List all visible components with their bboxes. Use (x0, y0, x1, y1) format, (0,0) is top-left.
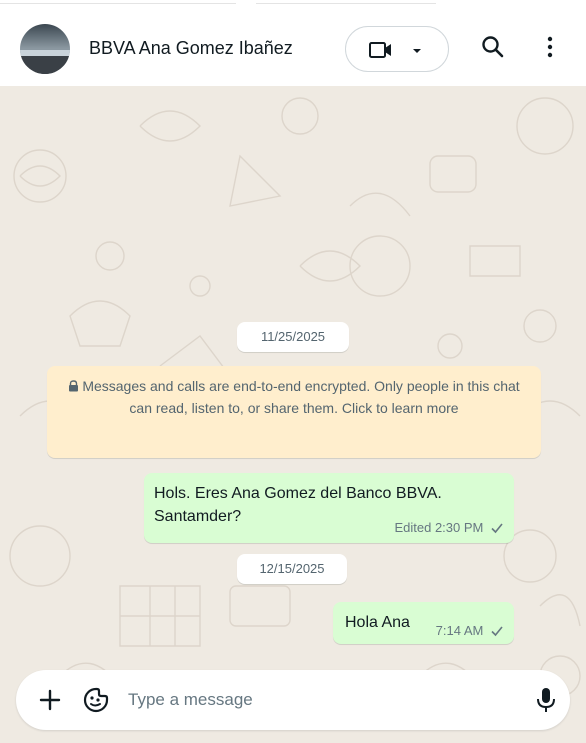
message-meta: 7:14 AM (436, 623, 504, 638)
video-call-button[interactable] (345, 26, 449, 72)
message-list[interactable]: 11/25/2025 Messages and calls are end-to… (0, 86, 586, 743)
check-icon (491, 523, 503, 534)
check-icon (491, 626, 503, 637)
contact-name[interactable]: BBVA Ana Gomez Ibañez (89, 38, 293, 59)
date-separator: 11/25/2025 (237, 322, 349, 352)
sticker-icon[interactable] (82, 686, 110, 714)
browser-tab-strip (0, 0, 586, 10)
microphone-icon[interactable] (534, 685, 558, 715)
message-composer (16, 670, 570, 730)
message-timestamp: Edited 2:30 PM (394, 520, 484, 535)
encryption-notice[interactable]: Messages and calls are end-to-end encryp… (47, 366, 541, 458)
tab-edge-middle (256, 0, 436, 4)
video-call-icon (369, 42, 391, 58)
more-vert-icon[interactable] (538, 32, 562, 62)
tab-edge-left (0, 0, 236, 4)
message-timestamp: 7:14 AM (435, 623, 484, 638)
chevron-down-icon (413, 49, 421, 53)
message-meta: Edited 2:30 PM (394, 520, 504, 535)
lock-icon (69, 380, 79, 392)
plus-icon[interactable] (36, 686, 64, 714)
message-text: Hola Ana (345, 614, 410, 631)
avatar[interactable] (20, 24, 70, 74)
message-bubble-outgoing[interactable]: Hols. Eres Ana Gomez del Banco BBVA. San… (144, 473, 514, 543)
message-bubble-outgoing[interactable]: Hola Ana 7:14 AM (333, 602, 514, 644)
message-input[interactable] (128, 684, 518, 716)
date-separator: 12/15/2025 (237, 554, 347, 584)
avatar-photo (20, 24, 70, 74)
encryption-notice-text: Messages and calls are end-to-end encryp… (82, 378, 520, 416)
search-icon[interactable] (478, 32, 508, 62)
chat-header: BBVA Ana Gomez Ibañez (0, 10, 586, 86)
